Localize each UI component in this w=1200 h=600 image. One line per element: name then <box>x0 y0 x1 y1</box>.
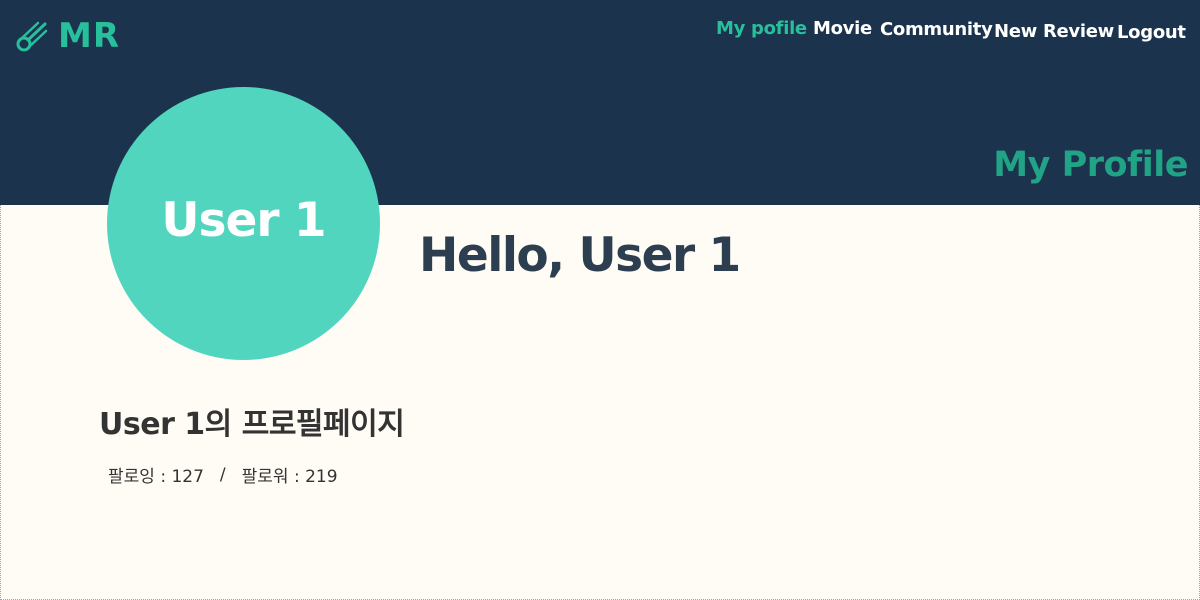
nav-community[interactable]: Community <box>880 19 993 40</box>
profile-page-title: User 1의 프로필페이지 <box>99 407 405 442</box>
nav-movie[interactable]: Movie <box>813 18 872 39</box>
stats-separator: / <box>219 464 226 485</box>
main-nav: My pofile Movie Community New Review Log… <box>0 0 1200 60</box>
nav-logout[interactable]: Logout <box>1117 22 1186 43</box>
nav-new-review[interactable]: New Review <box>994 21 1114 42</box>
avatar-label: User 1 <box>161 193 326 248</box>
nav-my-profile[interactable]: My pofile <box>716 18 807 39</box>
avatar: User 1 <box>107 87 380 360</box>
greeting-heading: Hello, User 1 <box>419 228 741 283</box>
following-count[interactable]: 팔로잉 : 127 <box>108 462 204 487</box>
followers-count[interactable]: 팔로워 : 219 <box>242 462 338 487</box>
page-title: My Profile <box>993 145 1188 185</box>
follow-stats: 팔로잉 : 127 / 팔로워 : 219 <box>108 462 338 488</box>
